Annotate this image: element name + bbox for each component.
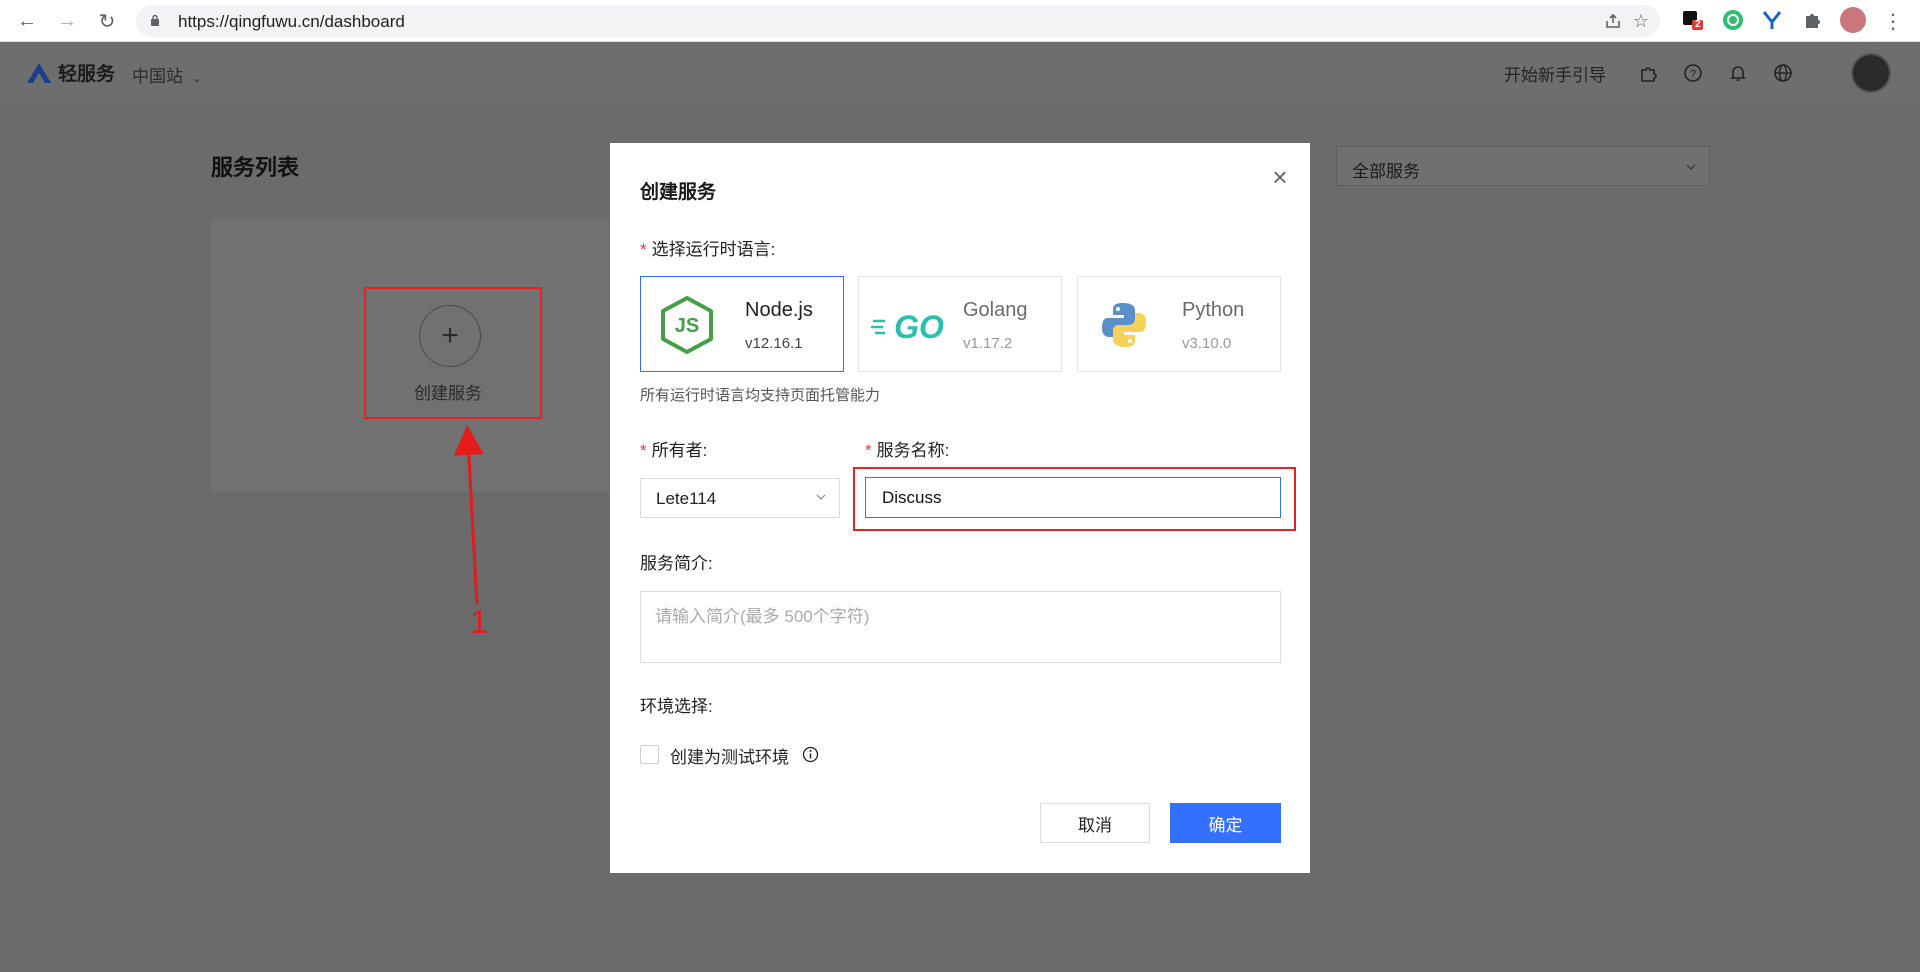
runtime-option-nodejs[interactable]: JS Node.js v12.16.1 bbox=[640, 276, 844, 372]
svg-text:JS: JS bbox=[675, 315, 699, 337]
cancel-button[interactable]: 取消 bbox=[1040, 803, 1150, 843]
runtime-label: * 选择运行时语言: bbox=[640, 240, 776, 259]
test-env-checkbox-label[interactable]: 创建为测试环境 bbox=[670, 743, 789, 768]
runtime-name: Python bbox=[1182, 299, 1245, 321]
annotation-number-1: 1 bbox=[470, 604, 488, 640]
runtime-name: Node.js bbox=[745, 299, 813, 321]
close-icon[interactable]: × bbox=[1268, 164, 1292, 190]
test-env-checkbox[interactable] bbox=[640, 745, 659, 764]
svg-text:GO: GO bbox=[894, 309, 944, 345]
runtime-hint: 所有运行时语言均支持页面托管能力 bbox=[640, 387, 881, 404]
description-textarea[interactable] bbox=[640, 591, 1281, 663]
runtime-option-python[interactable]: Python v3.10.0 bbox=[1077, 276, 1281, 372]
nodejs-logo-icon: JS bbox=[657, 295, 717, 355]
runtime-name: Golang bbox=[963, 299, 1028, 321]
runtime-version: v3.10.0 bbox=[1182, 335, 1232, 352]
create-service-dialog: 创建服务 × * 选择运行时语言: JS Node.js v12.16.1 GO … bbox=[610, 143, 1310, 873]
runtime-version: v12.16.1 bbox=[745, 335, 803, 352]
description-label: 服务简介: bbox=[640, 554, 713, 573]
dialog-title: 创建服务 bbox=[640, 182, 717, 203]
arrow-1 bbox=[453, 425, 484, 605]
golang-logo-icon: GO bbox=[871, 295, 951, 355]
owner-select[interactable]: Lete114 bbox=[640, 478, 840, 518]
confirm-button[interactable]: 确定 bbox=[1170, 803, 1281, 843]
environment-label: 环境选择: bbox=[640, 697, 713, 716]
runtime-version: v1.17.2 bbox=[963, 335, 1013, 352]
owner-label: * 所有者: bbox=[640, 441, 708, 460]
service-name-label: * 服务名称: bbox=[865, 441, 950, 460]
python-logo-icon bbox=[1094, 295, 1154, 355]
info-icon[interactable] bbox=[802, 746, 819, 763]
highlight-box-name bbox=[853, 467, 1296, 531]
chevron-down-icon bbox=[816, 494, 826, 500]
runtime-option-golang[interactable]: GO Golang v1.17.2 bbox=[858, 276, 1062, 372]
